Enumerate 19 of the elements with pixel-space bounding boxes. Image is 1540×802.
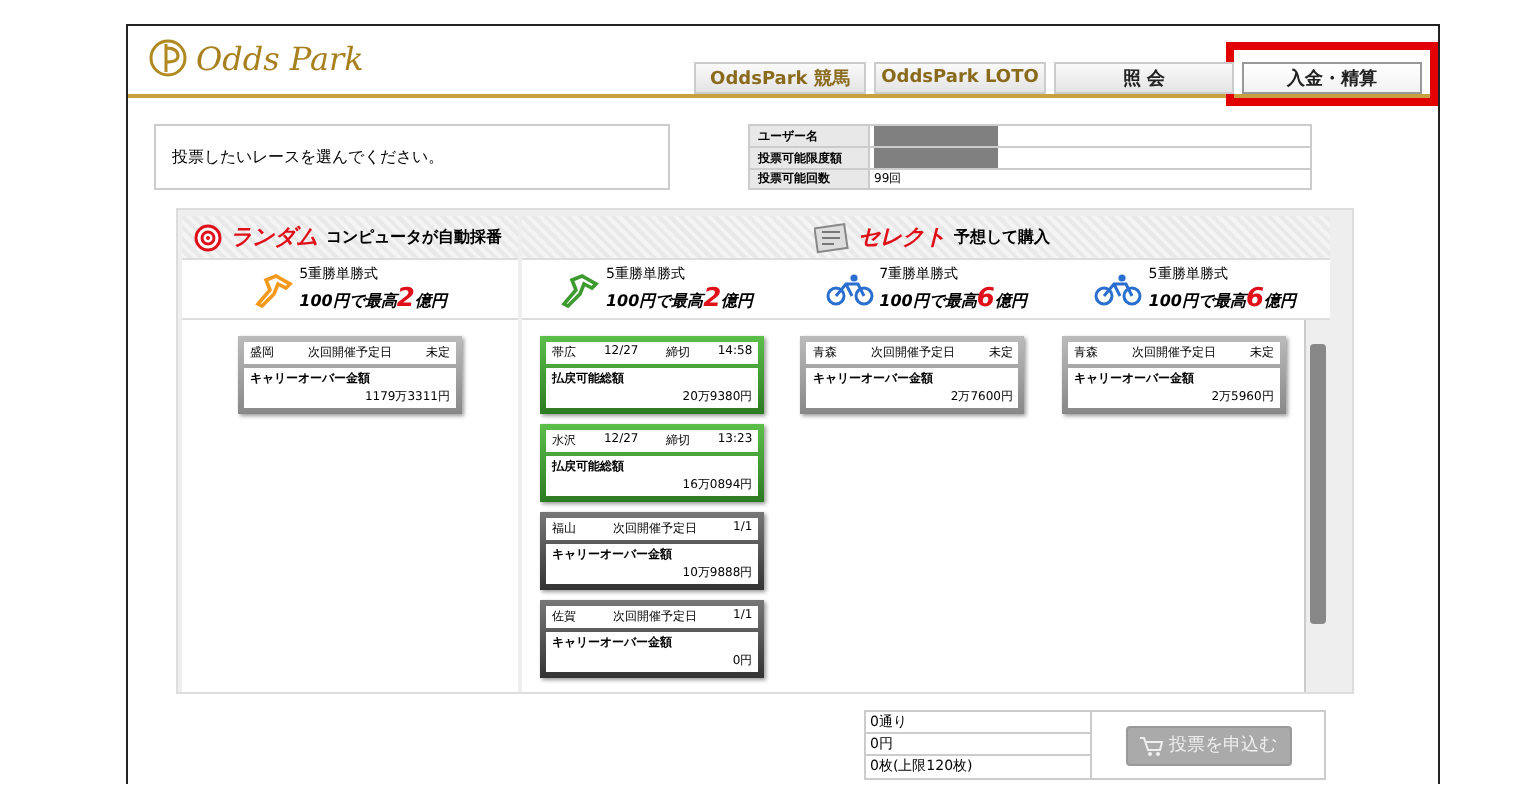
prize-text: 100円で最高2億円: [605, 284, 754, 314]
nav-tab[interactable]: 入金・精算: [1242, 62, 1422, 94]
instruction-message: 投票したいレースを選んでください。: [154, 124, 670, 190]
prize-text: 100円で最高6億円: [879, 284, 1027, 314]
section-title: セレクト: [858, 222, 946, 252]
nav-tab[interactable]: OddsPark LOTO: [874, 62, 1046, 94]
section-title: ランダム: [230, 222, 318, 252]
prize-text: 100円で最高6億円: [1148, 284, 1297, 314]
nav-tab[interactable]: OddsPark 競馬: [694, 62, 866, 94]
section-subtitle: 予想して購入: [954, 226, 1050, 248]
section-subtitle: コンピュータが自動採番: [326, 226, 502, 248]
newspaper-icon: [814, 221, 850, 253]
target-icon: [194, 223, 222, 251]
logo-icon: [148, 38, 188, 78]
cart-icon: [1139, 735, 1163, 755]
scrollbar[interactable]: [1304, 320, 1330, 692]
logo-text: Odds Park: [196, 39, 364, 77]
nav-tab[interactable]: 照 会: [1054, 62, 1234, 94]
prize-text: 100円で最高2億円: [299, 284, 447, 314]
